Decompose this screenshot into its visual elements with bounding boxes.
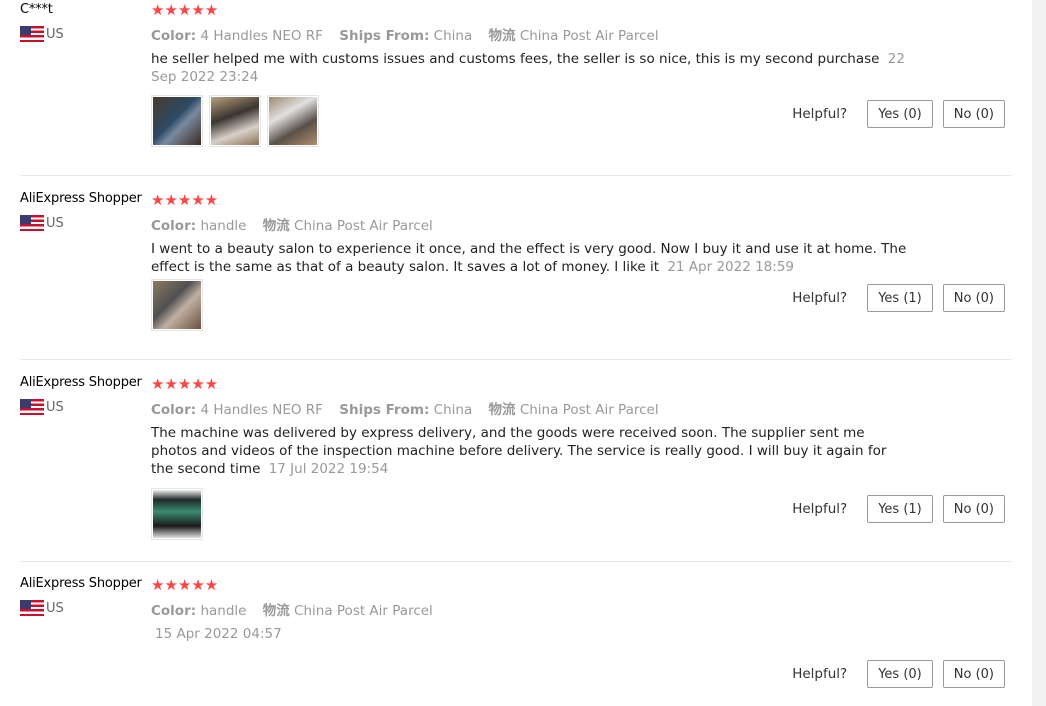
meta-value: China Post Air Parcel xyxy=(519,402,659,418)
helpful-no-button[interactable]: No (0) xyxy=(942,284,1005,312)
review-meta: Color: handle 物流 China Post Air Parcel xyxy=(151,599,911,619)
review-content: ★★★★★ Color: handle 物流 China Post Air Pa… xyxy=(151,576,911,643)
review-list: C***t US ★★★★★ Color: 4 Handles NEO RF S… xyxy=(20,0,1012,706)
country-code: US xyxy=(46,215,64,231)
review-user: AliExpress Shopper US xyxy=(20,191,148,231)
meta-label: Ships From: xyxy=(339,28,430,44)
review-photos xyxy=(151,279,203,331)
review-photo[interactable] xyxy=(151,488,203,540)
review-date: 15 Apr 2022 04:57 xyxy=(155,626,282,642)
meta-value: 4 Handles NEO RF xyxy=(200,402,323,418)
review-photo[interactable] xyxy=(267,95,319,147)
helpful-no-button[interactable]: No (0) xyxy=(942,495,1005,523)
user-name: AliExpress Shopper xyxy=(20,576,142,591)
meta-value: China xyxy=(433,28,473,44)
user-country: US xyxy=(20,215,148,231)
review-text: he seller helped me with customs issues … xyxy=(151,50,911,86)
review-photo[interactable] xyxy=(209,95,261,147)
helpful-yes-button[interactable]: Yes (1) xyxy=(867,495,933,523)
review-date: 21 Apr 2022 18:59 xyxy=(667,259,794,275)
review-body: he seller helped me with customs issues … xyxy=(151,51,880,67)
star-rating: ★★★★★ xyxy=(151,375,219,393)
helpful-label: Helpful? xyxy=(792,106,848,122)
us-flag-icon xyxy=(20,215,44,231)
review-user: AliExpress Shopper US xyxy=(20,576,148,616)
review-user: AliExpress Shopper US xyxy=(20,375,148,415)
helpful-no-button[interactable]: No (0) xyxy=(942,660,1005,688)
user-country: US xyxy=(20,600,148,616)
star-rating: ★★★★★ xyxy=(151,576,219,594)
meta-value: handle xyxy=(200,218,247,234)
review-item: AliExpress Shopper US ★★★★★ Color: handl… xyxy=(20,562,1012,706)
meta-value: China Post Air Parcel xyxy=(294,603,433,619)
country-code: US xyxy=(46,26,64,42)
review-text: The machine was delivered by express del… xyxy=(151,424,911,478)
review-content: ★★★★★ Color: 4 Handles NEO RF Ships From… xyxy=(151,1,911,86)
review-item: C***t US ★★★★★ Color: 4 Handles NEO RF S… xyxy=(20,0,1012,176)
helpful-box: Helpful? Yes (1) No (0) xyxy=(792,284,1005,312)
meta-value: China xyxy=(433,402,473,418)
review-meta: Color: 4 Handles NEO RF Ships From: Chin… xyxy=(151,398,911,418)
meta-label: Ships From: xyxy=(339,402,430,418)
user-country: US xyxy=(20,26,148,42)
us-flag-icon xyxy=(20,26,44,42)
meta-label: Color: xyxy=(151,218,197,234)
review-content: ★★★★★ Color: 4 Handles NEO RF Ships From… xyxy=(151,375,911,478)
helpful-box: Helpful? Yes (1) No (0) xyxy=(792,495,1005,523)
scrollbar[interactable] xyxy=(1032,0,1046,706)
review-text: 15 Apr 2022 04:57 xyxy=(151,625,911,643)
helpful-yes-button[interactable]: Yes (0) xyxy=(867,100,933,128)
meta-label: Color: xyxy=(151,603,197,619)
star-rating: ★★★★★ xyxy=(151,1,219,19)
meta-value: China Post Air Parcel xyxy=(519,28,659,44)
helpful-box: Helpful? Yes (0) No (0) xyxy=(792,100,1005,128)
helpful-yes-button[interactable]: Yes (0) xyxy=(867,660,933,688)
helpful-label: Helpful? xyxy=(792,501,848,517)
meta-label: Color: xyxy=(151,402,197,418)
review-meta: Color: 4 Handles NEO RF Ships From: Chin… xyxy=(151,24,911,44)
star-rating: ★★★★★ xyxy=(151,191,219,209)
user-country: US xyxy=(20,399,148,415)
us-flag-icon xyxy=(20,399,44,415)
review-item: AliExpress Shopper US ★★★★★ Color: 4 Han… xyxy=(20,360,1012,562)
user-name: C***t xyxy=(20,2,53,17)
meta-value: handle xyxy=(200,603,247,619)
country-code: US xyxy=(46,399,64,415)
review-text: I went to a beauty salon to experience i… xyxy=(151,240,911,276)
helpful-no-button[interactable]: No (0) xyxy=(942,100,1005,128)
meta-value: 4 Handles NEO RF xyxy=(200,28,323,44)
meta-value: China Post Air Parcel xyxy=(294,218,433,234)
helpful-label: Helpful? xyxy=(792,666,848,682)
review-content: ★★★★★ Color: handle 物流 China Post Air Pa… xyxy=(151,191,911,276)
helpful-label: Helpful? xyxy=(792,290,848,306)
meta-label: 物流 xyxy=(262,603,290,619)
helpful-yes-button[interactable]: Yes (1) xyxy=(867,284,933,312)
review-meta: Color: handle 物流 China Post Air Parcel xyxy=(151,214,911,234)
country-code: US xyxy=(46,600,64,616)
review-date: 17 Jul 2022 19:54 xyxy=(268,461,389,477)
review-user: C***t US xyxy=(20,2,148,42)
us-flag-icon xyxy=(20,600,44,616)
review-photo[interactable] xyxy=(151,279,203,331)
review-item: AliExpress Shopper US ★★★★★ Color: handl… xyxy=(20,176,1012,360)
meta-label: 物流 xyxy=(488,402,516,418)
meta-label: 物流 xyxy=(262,218,290,234)
review-photos xyxy=(151,488,203,540)
helpful-box: Helpful? Yes (0) No (0) xyxy=(792,660,1005,688)
review-body: The machine was delivered by express del… xyxy=(151,425,887,477)
review-photos xyxy=(151,95,319,147)
meta-label: 物流 xyxy=(488,28,516,44)
meta-label: Color: xyxy=(151,28,197,44)
user-name: AliExpress Shopper xyxy=(20,191,142,206)
review-photo[interactable] xyxy=(151,95,203,147)
user-name: AliExpress Shopper xyxy=(20,375,142,390)
